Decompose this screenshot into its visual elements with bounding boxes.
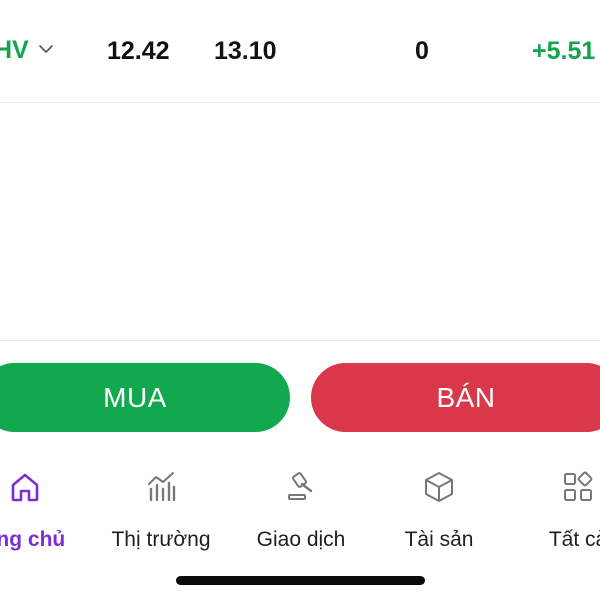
nav-item-label: Giao dịch <box>256 528 346 551</box>
sell-button[interactable]: BÁN <box>311 363 600 432</box>
bottom-nav: ang chủ Thị trường <box>0 454 600 600</box>
ticker-symbol: HV <box>0 36 29 64</box>
nav-item-label: Tài sản <box>404 528 474 551</box>
gavel-icon <box>283 470 319 504</box>
ticker-value-1: 12.42 <box>107 37 170 65</box>
nav-item-trade[interactable]: Giao dịch <box>231 470 371 551</box>
ticker-symbol-selector[interactable]: HV <box>0 36 53 65</box>
chevron-down-icon <box>38 44 53 53</box>
nav-item-assets[interactable]: Tài sản <box>369 470 509 551</box>
ticker-value-3: 0 <box>415 37 429 65</box>
home-icon <box>7 470 43 504</box>
ticker-value-2: 13.10 <box>214 37 277 65</box>
content-area <box>0 103 600 340</box>
nav-item-market[interactable]: Thị trường <box>91 470 231 551</box>
market-chart-icon <box>143 470 179 504</box>
trading-screen: HV 12.42 13.10 0 +5.51 MUA BÁN ang chủ <box>0 0 600 600</box>
order-action-bar: MUA BÁN <box>0 340 600 455</box>
ticker-row[interactable]: HV 12.42 13.10 0 +5.51 <box>0 0 600 103</box>
nav-item-label: Tất cả <box>548 528 600 551</box>
home-indicator <box>176 576 425 585</box>
nav-item-label: ang chủ <box>0 528 66 551</box>
buy-button[interactable]: MUA <box>0 363 290 432</box>
nav-item-home[interactable]: ang chủ <box>0 470 95 551</box>
cube-icon <box>421 470 457 504</box>
nav-item-all[interactable]: Tất cả <box>508 470 600 551</box>
nav-item-label: Thị trường <box>111 528 211 551</box>
grid-icon <box>560 470 596 504</box>
ticker-change: +5.51 <box>532 37 596 65</box>
